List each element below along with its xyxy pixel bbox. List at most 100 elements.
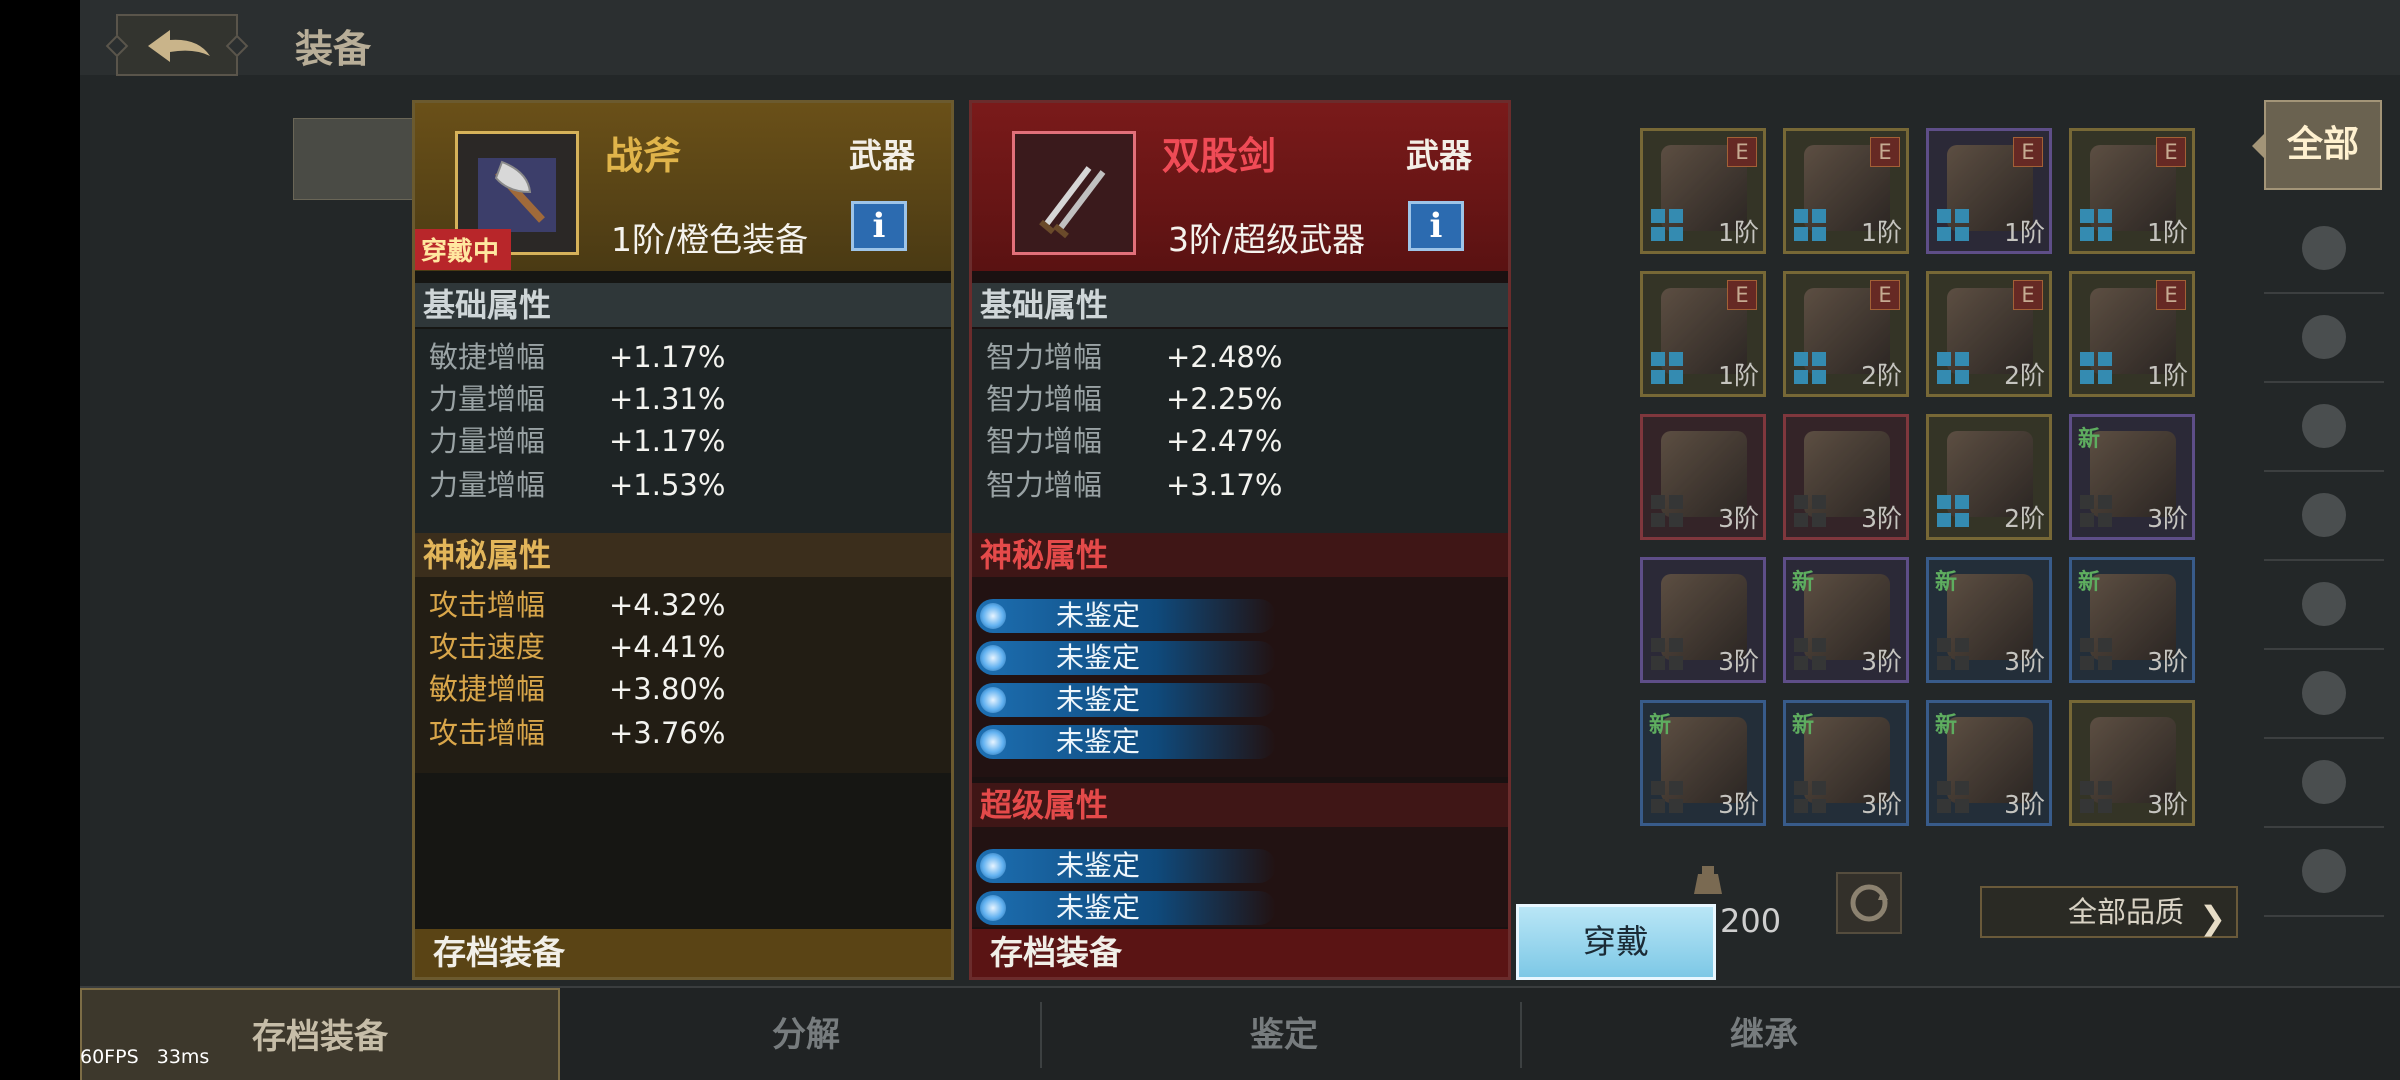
quality-dots [1794, 638, 1828, 672]
super-attributes-title: 超级属性 [972, 783, 1508, 827]
belt-icon[interactable] [2294, 574, 2354, 634]
mystic-attributes-title: 神秘属性 [972, 533, 1508, 577]
category-divider [2264, 292, 2384, 294]
equipped-badge: E [2156, 137, 2186, 167]
category-divider [2264, 648, 2384, 650]
inventory-slot[interactable]: 3阶 [1640, 414, 1766, 540]
equipped-badge: E [1870, 137, 1900, 167]
stat-row: 智力增幅 +2.47% [986, 424, 1283, 458]
unidentified-bar: 未鉴定 [976, 683, 1276, 717]
item-tier: 3阶 [1718, 647, 1759, 676]
item-type: 武器 [1406, 136, 1472, 175]
inventory-slot[interactable]: 新 3阶 [1640, 700, 1766, 826]
inventory-slot[interactable]: E 2阶 [1926, 271, 2052, 397]
fps-counter: 60FPS 33ms [80, 1046, 210, 1068]
gem-icon [980, 895, 1006, 921]
archive-equipment-label: 存档装备 [415, 929, 951, 977]
card-header: 双股剑 武器 3阶/超级武器 i [972, 103, 1508, 271]
quality-dots [2080, 352, 2114, 386]
quality-dots [1651, 638, 1685, 672]
inventory-slot[interactable]: 3阶 [2069, 700, 2195, 826]
tab-divider [1520, 1002, 1522, 1068]
new-badge: 新 [1792, 713, 1815, 738]
equipped-badge: E [2013, 137, 2043, 167]
category-all-tab[interactable]: 全部 [2252, 100, 2382, 190]
equipped-badge: E [1727, 137, 1757, 167]
equipped-badge: E [1727, 280, 1757, 310]
item-tier: 3阶 [2004, 647, 2045, 676]
unidentified-bar: 未鉴定 [976, 891, 1276, 925]
item-tier: 3阶/超级武器 [1168, 220, 1366, 259]
helmet-icon[interactable] [2294, 307, 2354, 367]
item-tier: 1阶 [2147, 218, 2188, 247]
crossed-swords-icon[interactable] [2294, 218, 2354, 278]
stat-row: 力量增幅 +1.31% [429, 382, 726, 416]
item-tier: 2阶 [1861, 361, 1902, 390]
armor-icon[interactable] [2294, 396, 2354, 456]
item-tier: 3阶 [2147, 790, 2188, 819]
gem-icon [980, 603, 1006, 629]
quality-filter-select[interactable]: 全部品质 ❯ [1980, 886, 2238, 938]
inventory-slot[interactable]: 新 3阶 [1783, 557, 1909, 683]
equipped-badge: E [1870, 280, 1900, 310]
info-button[interactable]: i [851, 201, 907, 251]
item-tier: 1阶/橙色装备 [611, 220, 809, 259]
inventory-slot[interactable]: E 2阶 [1783, 271, 1909, 397]
inventory-count: 200 [1720, 902, 1782, 940]
item-tier: 1阶 [2147, 361, 2188, 390]
item-tier: 3阶 [1861, 647, 1902, 676]
gem-icon [980, 853, 1006, 879]
equipped-item-card: 战斧 武器 1阶/橙色装备 i 穿戴中 基础属性 敏捷增幅 +1.17% 力量增幅… [412, 100, 954, 980]
ring-icon[interactable] [2294, 752, 2354, 812]
inventory-slot[interactable]: E 1阶 [1926, 128, 2052, 254]
quality-dots [2080, 495, 2114, 529]
inventory-slot[interactable]: 新 3阶 [1926, 700, 2052, 826]
item-tier: 1阶 [1718, 361, 1759, 390]
refresh-icon [1850, 884, 1888, 922]
inventory-slot[interactable]: 新 3阶 [2069, 557, 2195, 683]
inventory-slot[interactable]: E 1阶 [2069, 271, 2195, 397]
stat-row: 敏捷增幅 +3.80% [429, 672, 726, 706]
tab-divider [1040, 1002, 1042, 1068]
quality-dots [1651, 781, 1685, 815]
tab-identify[interactable]: 鉴定 [1044, 988, 1524, 1080]
item-tier: 3阶 [2147, 647, 2188, 676]
inventory-slot[interactable]: E 1阶 [1783, 128, 1909, 254]
stat-row: 攻击增幅 +3.76% [429, 716, 726, 750]
inventory-slot[interactable]: 新 3阶 [1783, 700, 1909, 826]
archive-equipment-label: 存档装备 [972, 929, 1508, 977]
category-divider [2264, 915, 2384, 917]
quality-dots [2080, 781, 2114, 815]
equip-button[interactable]: 穿戴 [1516, 904, 1716, 980]
item-tier: 3阶 [2004, 790, 2045, 819]
inventory-slot[interactable]: E 1阶 [2069, 128, 2195, 254]
tab-dismantle[interactable]: 分解 [566, 988, 1046, 1080]
inventory-slot[interactable]: E 1阶 [1640, 128, 1766, 254]
quality-dots [1651, 495, 1685, 529]
tab-inherit[interactable]: 继承 [1524, 988, 2004, 1080]
info-button[interactable]: i [1408, 201, 1464, 251]
boots-icon[interactable] [2294, 663, 2354, 723]
new-badge: 新 [1935, 570, 1958, 595]
necklace-icon[interactable] [2294, 841, 2354, 901]
back-button[interactable] [116, 14, 238, 76]
item-tier: 1阶 [2004, 218, 2045, 247]
inventory-slot[interactable]: 2阶 [1926, 414, 2052, 540]
quality-dots [1937, 209, 1971, 243]
inventory-slot[interactable]: 3阶 [1640, 557, 1766, 683]
stat-row: 力量增幅 +1.53% [429, 468, 726, 502]
mystic-stats: 攻击增幅 +4.32% 攻击速度 +4.41% 敏捷增幅 +3.80% 攻击增幅 +3.… [415, 577, 951, 773]
sort-button[interactable] [1836, 872, 1902, 934]
category-divider [2264, 381, 2384, 383]
gauntlet-icon[interactable] [2294, 485, 2354, 545]
stat-row: 智力增幅 +3.17% [986, 468, 1283, 502]
inventory-slot[interactable]: E 1阶 [1640, 271, 1766, 397]
unidentified-bar: 未鉴定 [976, 599, 1276, 633]
mystic-unidentified-list: 未鉴定 未鉴定 未鉴定 未鉴定 [972, 577, 1508, 777]
gem-icon [980, 729, 1006, 755]
inventory-slot[interactable]: 新 3阶 [2069, 414, 2195, 540]
inventory-slot[interactable]: 新 3阶 [1926, 557, 2052, 683]
inventory-slot[interactable]: 3阶 [1783, 414, 1909, 540]
item-frame [1012, 131, 1136, 255]
quality-dots [1794, 495, 1828, 529]
